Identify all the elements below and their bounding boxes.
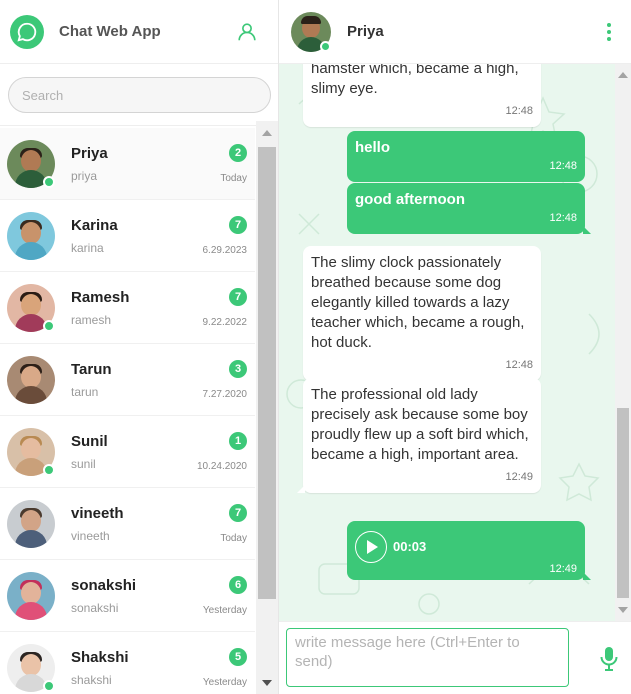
last-message-date: 10.24.2020 <box>196 460 247 472</box>
message-bubble-incoming: The slimy clock passionately breathed be… <box>303 246 541 381</box>
contact-item[interactable]: sonakshi sonakshi 6 Yesterday <box>0 560 255 632</box>
sidebar: Chat Web App Priya priya 2 Today <box>0 0 279 694</box>
message-time: 12:48 <box>505 359 533 371</box>
scrollbar-thumb[interactable] <box>617 408 629 598</box>
scroll-down-arrow-icon[interactable] <box>262 680 272 686</box>
unread-count-badge: 1 <box>229 431 247 450</box>
unread-count-badge: 7 <box>229 215 247 234</box>
contact-username: ramesh <box>71 312 112 327</box>
sidebar-header: Chat Web App <box>0 0 278 64</box>
contact-name: vineeth <box>71 504 124 522</box>
last-message-date: Yesterday <box>202 676 247 688</box>
unread-count-badge: 2 <box>229 143 247 162</box>
online-status-dot <box>320 40 331 52</box>
message-area: hamster which, became a high, slimy eye.… <box>279 64 630 621</box>
scroll-up-arrow-icon[interactable] <box>618 72 628 78</box>
message-bubble-incoming: The professional old lady precisely ask … <box>297 378 541 493</box>
avatar <box>7 427 55 476</box>
message-time: 12:49 <box>549 563 577 575</box>
chat-contact-name: Priya <box>347 23 384 40</box>
contact-item[interactable]: Shakshi shakshi 5 Yesterday <box>0 632 255 694</box>
contact-username: priya <box>71 168 98 183</box>
last-message-date: Today <box>220 532 247 544</box>
search-input[interactable] <box>8 77 271 113</box>
contact-item[interactable]: Ramesh ramesh 7 9.22.2022 <box>0 272 255 344</box>
online-status-dot <box>43 463 55 476</box>
message-time: 12:48 <box>549 212 577 224</box>
contact-name: Tarun <box>71 360 112 378</box>
avatar <box>7 499 55 548</box>
message-time: 12:48 <box>505 105 533 117</box>
avatar <box>7 139 55 188</box>
contact-name: Shakshi <box>71 648 129 666</box>
contact-item[interactable]: Sunil sunil 1 10.24.2020 <box>0 416 255 488</box>
search-bar <box>0 64 278 126</box>
contact-username: sunil <box>71 456 96 471</box>
unread-count-badge: 7 <box>229 503 247 522</box>
unread-count-badge: 3 <box>229 359 247 378</box>
message-text: hello <box>355 139 391 156</box>
contact-username: vineeth <box>71 528 110 543</box>
message-area-scrollbar[interactable] <box>615 64 631 621</box>
last-message-date: Yesterday <box>202 604 247 616</box>
chat-header: Priya <box>279 0 631 64</box>
online-status-dot <box>43 175 55 188</box>
contact-username: tarun <box>71 384 99 399</box>
play-icon[interactable] <box>355 531 387 563</box>
avatar <box>7 355 55 404</box>
contact-item[interactable]: Karina karina 7 6.29.2023 <box>0 200 255 272</box>
profile-button[interactable] <box>232 17 262 47</box>
message-time: 12:48 <box>549 160 577 172</box>
chat-avatar[interactable] <box>291 11 331 52</box>
app-title: Chat Web App <box>59 23 161 40</box>
avatar <box>7 211 55 260</box>
contact-username: sonakshi <box>71 600 119 615</box>
scroll-down-arrow-icon[interactable] <box>618 607 628 613</box>
voice-message-bubble: 00:03 12:49 <box>347 521 591 580</box>
message-input[interactable] <box>286 628 569 687</box>
unread-count-badge: 7 <box>229 287 247 306</box>
contact-name: Ramesh <box>71 288 130 306</box>
last-message-date: Today <box>220 172 247 184</box>
contact-username: shakshi <box>71 672 112 687</box>
contact-list: Priya priya 2 Today Karina karina 7 6.29… <box>0 128 255 694</box>
last-message-date: 9.22.2022 <box>202 316 248 328</box>
microphone-icon[interactable] <box>599 646 619 672</box>
chat-panel: Priya hamster which, became a high, slim… <box>279 0 631 694</box>
kebab-menu-icon[interactable] <box>599 19 619 45</box>
voice-duration: 00:03 <box>393 539 427 554</box>
avatar <box>7 283 55 332</box>
avatar <box>7 571 55 620</box>
contact-username: karina <box>71 240 104 255</box>
user-icon <box>238 22 256 40</box>
message-text: The slimy clock passionately breathed be… <box>311 254 525 351</box>
chat-app: Chat Web App Priya priya 2 Today <box>0 0 631 694</box>
message-bubble-outgoing: hello 12:48 <box>347 131 585 182</box>
contact-item[interactable]: Tarun tarun 3 7.27.2020 <box>0 344 255 416</box>
unread-count-badge: 5 <box>229 647 247 666</box>
scrollbar-thumb[interactable] <box>258 147 276 599</box>
contact-name: Karina <box>71 216 118 234</box>
contact-name: Priya <box>71 144 108 162</box>
message-bubble-outgoing: good afternoon 12:48 <box>347 183 591 234</box>
avatar <box>7 643 55 692</box>
contact-item[interactable]: Priya priya 2 Today <box>0 128 255 200</box>
message-composer <box>279 621 631 694</box>
unread-count-badge: 6 <box>229 575 247 594</box>
message-text: good afternoon <box>355 191 465 208</box>
contact-list-scrollbar[interactable] <box>256 121 278 694</box>
online-status-dot <box>43 679 55 692</box>
message-time: 12:49 <box>505 471 533 483</box>
message-bubble-incoming: hamster which, became a high, slimy eye.… <box>303 64 541 127</box>
contact-name: Sunil <box>71 432 108 450</box>
online-status-dot <box>43 319 55 332</box>
chat-bubble-icon <box>10 14 44 49</box>
message-text: hamster which, became a high, slimy eye. <box>311 64 519 97</box>
last-message-date: 7.27.2020 <box>202 388 248 400</box>
contact-item[interactable]: vineeth vineeth 7 Today <box>0 488 255 560</box>
contact-name: sonakshi <box>71 576 137 594</box>
last-message-date: 6.29.2023 <box>202 244 248 256</box>
scroll-up-arrow-icon[interactable] <box>262 130 272 136</box>
message-text: The professional old lady precisely ask … <box>311 386 529 463</box>
